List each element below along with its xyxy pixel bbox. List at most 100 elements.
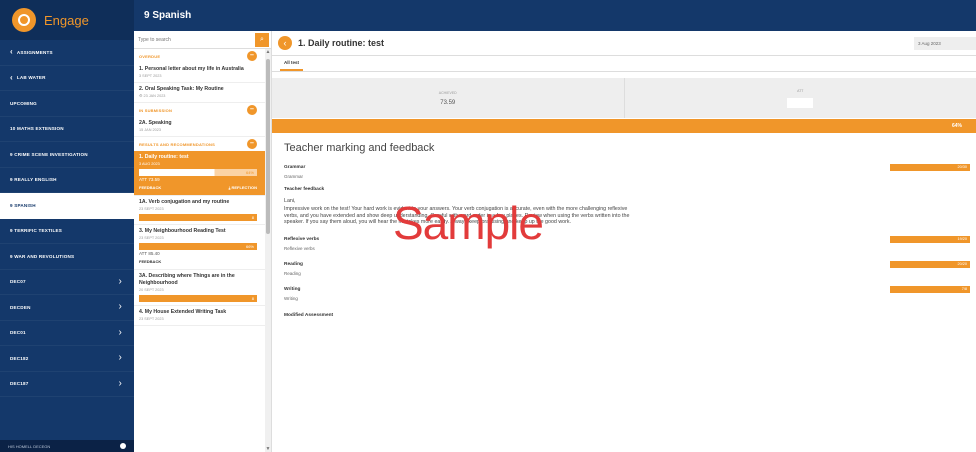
task-score: 64% [245,170,254,175]
group-heading: RESULTS AND RECOMMENDATIONS – [134,137,271,151]
criteria-top: Grammar 20/30 Grammar [284,164,970,179]
group-heading: IN SUBMISSION – [134,103,271,117]
task-progress-bar: 8 [139,295,257,302]
criterion-score: 7/8 [961,286,967,291]
sidebar-item[interactable]: UPCOMING [0,91,134,117]
sidebar-item[interactable]: DEC187 › [0,372,134,397]
detail-tabs: All test [272,56,976,72]
task-attempt: ATT 73.59 [139,177,160,182]
criterion-row: Reflexive verbs 19/20 [284,235,970,243]
task-item[interactable]: 1. Personal letter about my life in Aust… [134,63,271,83]
task-score: 8 [251,296,254,301]
task-date: ⚙ 23 JAN 2023 [139,94,166,98]
criterion-description: Reflexive verbs [284,245,315,251]
task-title: 4. My House Extended Writing Task [139,309,227,315]
task-title: 1A. Verb conjugation and my routine [139,199,230,205]
task-progress-bar: 8 [139,214,257,221]
group-heading-label: OVERDUE [139,53,161,59]
stat-achieved: ACHIEVED 73.59 [272,78,624,118]
back-chevron-icon: ‹ [10,47,13,57]
sidebar: Engage ‹ ASSIGNMENTS ‹ LAB WATER UPCOMING 10 … [0,0,134,452]
criterion-row: Grammar 20/30 [284,164,970,171]
task-item[interactable]: 2A. Speaking 15 JAN 2023 [134,117,271,137]
sidebar-item-label: DECDEN [10,304,31,310]
collapse-group-icon[interactable]: – [247,51,257,61]
sidebar-item[interactable]: 9 SPANISH [0,193,134,219]
sidebar-item-label: LAB WATER [16,75,46,81]
criterion-label: Grammar [284,165,306,170]
sidebar-nav: ‹ ASSIGNMENTS ‹ LAB WATER UPCOMING 10 MATHS E… [0,40,134,397]
collapse-group-icon[interactable]: – [247,105,257,115]
modified-assessment-label: Modified Assessment [284,312,334,318]
task-score: 8 [251,215,254,220]
criterion-score-bar: 20/30 [890,164,970,171]
search-input[interactable] [138,36,255,43]
scroll-up-icon[interactable]: ▲ [265,49,271,55]
tab-all-test[interactable]: All test [280,60,304,71]
task-date: 23 SEPT 2023 [139,236,164,240]
sidebar-item[interactable]: 9 WAR AND REVOLUTIONS [0,244,134,270]
engage-logo-icon [12,8,36,32]
task-item[interactable]: 3. My Neighbourhood Reading Test 23 SEPT … [134,225,271,270]
sidebar-item-label: 10 MATHS EXTENSION [10,126,64,132]
task-title: 3A. Describing where Things are in the N… [139,273,235,286]
sidebar-item[interactable]: ‹ LAB WATER [0,66,134,91]
task-item[interactable]: 1. Daily routine: test 3 AUG 2023 64% ATT 7… [134,151,271,196]
task-item[interactable]: 4. My House Extended Writing Task 23 SEPT… [134,306,271,326]
task-detail: ‹ 1. Daily routine: test 3 Aug 2023 All … [272,31,976,452]
teacher-feedback-body: Impressive work on the test! Your hard w… [284,206,630,226]
criterion-score: 19/20 [957,236,967,241]
reflection-link[interactable]: ⤓ REFLECTION [229,184,257,192]
criterion-score-bar: 20/20 [890,260,970,268]
stats-strip: ACHIEVED 73.59 ATT [272,78,976,118]
scroll-down-icon[interactable]: ▼ [265,446,271,452]
sidebar-item-label: DEC187 [10,381,29,387]
scrollbar-thumb[interactable] [266,59,270,234]
detail-title: 1. Daily routine: test [298,38,385,48]
group-heading-label: RESULTS AND RECOMMENDATIONS [139,141,215,147]
sidebar-item[interactable]: DEC01 › [0,321,134,346]
criterion-label: Reading [284,261,303,267]
task-date: 3 AUG 2023 [139,162,160,166]
top-header: 9 Spanish [134,0,976,31]
task-title: 3. My Neighbourhood Reading Test [139,228,226,234]
sidebar-item[interactable]: 9 REALLY ENGLISH [0,168,134,193]
task-item[interactable]: 3A. Describing where Things are in the N… [134,270,271,306]
sidebar-item[interactable]: ‹ ASSIGNMENTS [0,40,134,66]
search-icon[interactable]: ⌕ [255,32,269,47]
collapse-toggle-icon[interactable] [120,443,126,449]
sidebar-item[interactable]: 10 MATHS EXTENSION [0,117,134,142]
criterion-description: Writing [284,295,298,301]
sidebar-item-label: DEC07 [10,279,26,285]
criterion-score: 20/20 [957,261,967,266]
feedback-link[interactable]: FEEDBACK [139,184,161,192]
brand[interactable]: Engage [0,0,134,40]
sidebar-item[interactable]: 9 TERRIFIC TEXTILES [0,219,134,244]
task-item[interactable]: 1A. Verb conjugation and my routine 23 SE… [134,196,271,225]
task-title: 2A. Speaking [139,120,172,126]
task-groups: OVERDUE – 1. Personal letter about my life… [134,49,271,326]
sidebar-item[interactable]: DEC07 › [0,270,134,295]
group-heading-label: IN SUBMISSION [139,107,173,113]
overall-progress-bar: 64% [272,119,976,133]
sidebar-item[interactable]: DEC182 › [0,346,134,372]
criterion-row: Reading 20/20 [284,260,970,268]
chevron-right-icon: › [118,301,122,313]
back-arrow-icon[interactable]: ‹ [278,36,292,50]
feedback-link[interactable]: FEEDBACK [139,258,161,266]
stat-value-box [787,97,814,108]
stat-label: ACHIEVED [438,90,457,95]
task-score: 66% [245,244,254,249]
overall-percent: 64% [951,123,962,129]
criterion-label: Reflexive verbs [284,236,320,242]
sidebar-item-label: 9 CRIME SCENE INVESTIGATION [10,151,88,157]
collapse-group-icon[interactable]: – [247,139,257,149]
criterion-description: Grammar [284,174,303,179]
task-list-scrollbar[interactable]: ▲ ▼ [265,49,271,452]
task-title: 1. Daily routine: test [139,154,189,160]
sidebar-footer[interactable]: HIS HOMELL DECEGN [0,440,134,452]
criteria-bottom: Reflexive verbs 19/20 Reflexive verbs Readi… [284,235,970,301]
task-item[interactable]: 2. Oral Speaking Task: My Routine ⚙ 23 JA… [134,83,271,103]
sidebar-item[interactable]: DECDEN › [0,295,134,321]
sidebar-item[interactable]: 9 CRIME SCENE INVESTIGATION [0,142,134,168]
